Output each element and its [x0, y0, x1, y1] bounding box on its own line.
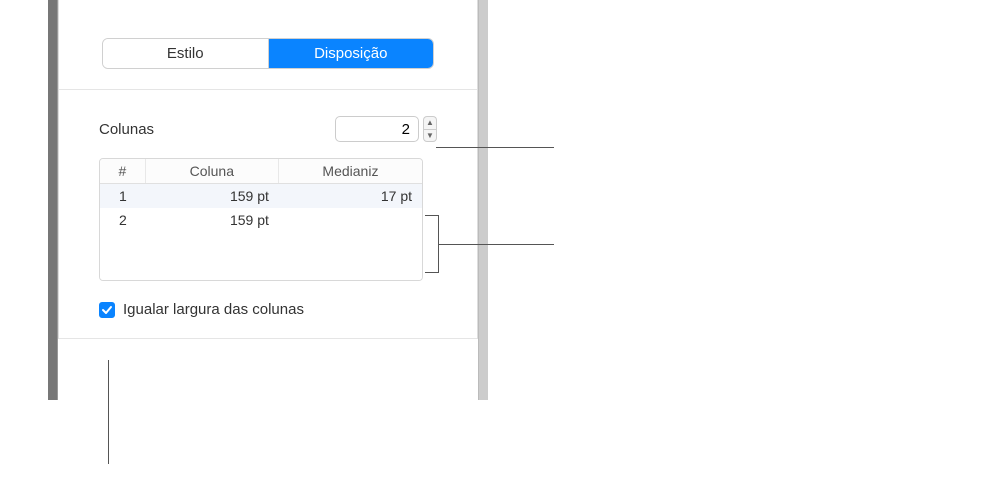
columns-count-input[interactable]: [335, 116, 419, 142]
tab-style[interactable]: Estilo: [103, 39, 269, 68]
table-header: # Coluna Medianiz: [100, 159, 422, 184]
segmented-control: Estilo Disposição: [102, 38, 434, 69]
columns-label: Colunas: [99, 121, 154, 138]
columns-count-control: ▲ ▼: [335, 116, 437, 142]
table-row[interactable]: 1 159 pt 17 pt: [100, 184, 422, 208]
callout-line: [108, 360, 109, 464]
table-row[interactable]: 2 159 pt: [100, 208, 422, 232]
tabs-row: Estilo Disposição: [59, 0, 477, 90]
stepper-up-icon[interactable]: ▲: [423, 116, 437, 129]
header-num: #: [100, 159, 146, 183]
columns-count-row: Colunas ▲ ▼: [99, 116, 437, 142]
columns-table: # Coluna Medianiz 1 159 pt 17 pt 2 159 p…: [99, 158, 423, 281]
header-gutter: Medianiz: [279, 159, 422, 183]
columns-count-stepper: ▲ ▼: [423, 116, 437, 142]
table-empty-space: [100, 232, 422, 280]
equal-width-label: Igualar largura das colunas: [123, 301, 304, 318]
cell-gutter[interactable]: [279, 208, 422, 232]
checkmark-icon: [101, 304, 113, 316]
stepper-down-icon[interactable]: ▼: [423, 129, 437, 142]
columns-section: Colunas ▲ ▼ # Coluna Medianiz 1 159 pt 1…: [59, 90, 477, 339]
table-body: 1 159 pt 17 pt 2 159 pt: [100, 184, 422, 280]
equal-width-row: Igualar largura das colunas: [99, 301, 437, 318]
cell-column[interactable]: 159 pt: [146, 184, 279, 208]
cell-gutter[interactable]: 17 pt: [279, 184, 422, 208]
header-column: Coluna: [146, 159, 279, 183]
tab-layout[interactable]: Disposição: [269, 39, 434, 68]
equal-width-checkbox[interactable]: [99, 302, 115, 318]
panel-right-edge: [478, 0, 488, 400]
cell-num: 1: [100, 184, 146, 208]
callout-line: [436, 147, 554, 148]
callout-bracket: [425, 215, 439, 273]
cell-num: 2: [100, 208, 146, 232]
format-panel: Estilo Disposição Colunas ▲ ▼ # Coluna M…: [58, 0, 478, 339]
callout-line: [439, 244, 554, 245]
cell-column[interactable]: 159 pt: [146, 208, 279, 232]
panel-left-edge: [48, 0, 58, 400]
